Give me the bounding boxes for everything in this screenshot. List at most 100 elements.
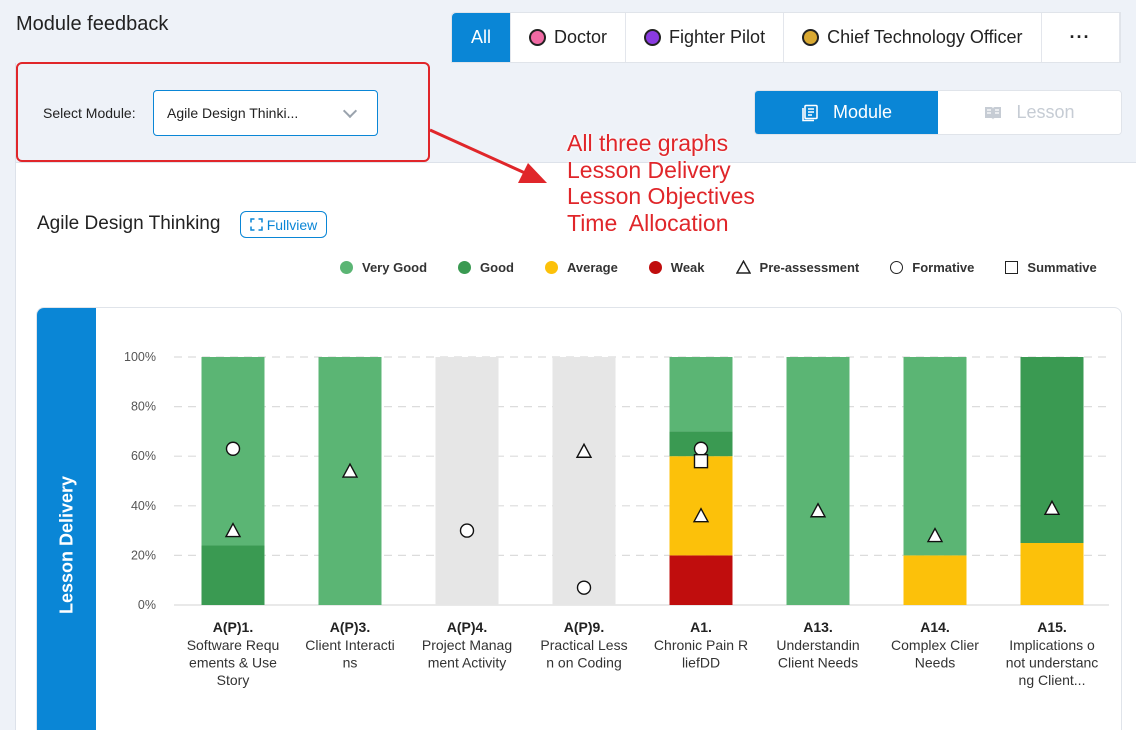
legend-pre-assessment: Pre-assessment	[735, 258, 860, 276]
y-tick-label: 100%	[124, 350, 156, 364]
bar-no-data	[435, 357, 499, 605]
x-tick-label: Story	[217, 672, 250, 688]
chart-legend: Very Good Good Average Weak Pre-assessme…	[340, 258, 1097, 276]
lesson-view-button[interactable]: Lesson	[938, 91, 1121, 134]
x-tick-code: A(P)1.	[213, 619, 253, 635]
x-tick-code: A(P)9.	[564, 619, 604, 635]
x-tick-code: A13.	[803, 619, 833, 635]
triangle-icon	[735, 260, 751, 274]
legend-formative-label: Formative	[912, 259, 975, 275]
chart-title: Agile Design Thinking	[37, 213, 221, 234]
y-tick-label: 40%	[131, 499, 156, 513]
legend-average: Average	[544, 258, 618, 276]
tab-cto-label: Chief Technology Officer	[827, 27, 1023, 47]
legend-very-good-label: Very Good	[362, 259, 428, 275]
formative-marker	[576, 580, 592, 595]
tab-doctor[interactable]: Doctor	[511, 13, 627, 62]
module-icon	[802, 104, 818, 121]
lesson-delivery-chart: 0% 20% 40% 60% 80% 100% A(P)1. Software Requ eme…	[124, 350, 1109, 688]
average-swatch-icon	[544, 260, 558, 274]
bar-segment-weak	[669, 555, 733, 605]
x-tick-label: n on Coding	[546, 655, 622, 671]
bar-segment-good	[201, 545, 265, 605]
cto-color-dot-icon	[802, 29, 820, 46]
annotation-line-3: Lesson Objectives	[567, 183, 755, 209]
more-tabs-button[interactable]: ···	[1042, 13, 1120, 62]
tab-fighter-pilot-label: Fighter Pilot	[669, 27, 766, 47]
bar-segment-good	[1020, 357, 1084, 543]
open-book-icon	[985, 106, 1002, 120]
tab-all[interactable]: All	[452, 13, 512, 62]
legend-formative: Formative	[890, 258, 974, 276]
module-view-button[interactable]: Module	[755, 91, 938, 134]
x-tick-label: Software Requ	[187, 637, 280, 653]
bar-segment-average	[669, 456, 733, 556]
x-tick-label: liefDD	[682, 655, 720, 671]
x-tick-label: Client Interacti	[305, 637, 394, 653]
x-tick-label: Complex Clier	[891, 637, 979, 653]
summative-marker	[693, 453, 709, 469]
formative-marker	[459, 523, 475, 538]
more-icon: ···	[1069, 27, 1091, 47]
x-tick-label: Needs	[915, 655, 955, 671]
legend-pre-assessment-label: Pre-assessment	[759, 259, 860, 275]
legend-good-label: Good	[480, 259, 514, 275]
annotation-highlight-box	[16, 62, 430, 162]
legend-weak-label: Weak	[670, 259, 705, 275]
bar-segment-very-good	[669, 357, 733, 432]
bar-segment-average	[903, 555, 967, 605]
x-tick-code: A(P)4.	[447, 619, 487, 635]
x-tick-code: A1.	[690, 619, 712, 635]
square-icon	[1005, 260, 1019, 274]
x-tick-label: not understanc	[1006, 655, 1099, 671]
very-good-swatch-icon	[340, 260, 353, 274]
bar-no-data	[552, 357, 616, 605]
fullview-label: Fullview	[266, 216, 318, 233]
formative-marker	[693, 441, 709, 456]
x-tick-label: ements & Use	[189, 655, 277, 671]
x-tick-label: Client Needs	[778, 655, 858, 671]
circle-icon	[890, 260, 904, 274]
view-toggle: Module Lesson	[754, 90, 1122, 135]
legend-good: Good	[458, 258, 514, 276]
annotation-line-2: Lesson Delivery	[567, 156, 731, 183]
fullview-button[interactable]: Fullview	[240, 211, 327, 238]
x-tick-label: Project Manag	[422, 637, 512, 653]
annotation-arrow	[429, 128, 547, 183]
good-swatch-icon	[458, 260, 472, 274]
tab-chief-technology-officer[interactable]: Chief Technology Officer	[784, 13, 1042, 62]
bar-segment-very-good	[318, 357, 382, 605]
expand-icon	[249, 218, 263, 231]
y-tick-label: 80%	[131, 400, 156, 414]
y-tick-label: 60%	[131, 449, 156, 463]
tab-fighter-pilot[interactable]: Fighter Pilot	[626, 13, 785, 62]
tab-doctor-label: Doctor	[554, 27, 608, 47]
x-tick-label: ng Client...	[1019, 672, 1086, 688]
lesson-delivery-chart-card: Lesson Delivery 0% 20% 40% 60% 80% 100% A(P)1.…	[36, 307, 1122, 730]
weak-swatch-icon	[648, 260, 662, 274]
formative-marker	[225, 441, 241, 456]
legend-summative: Summative	[1005, 258, 1097, 276]
bar-segment-average	[1020, 543, 1084, 605]
annotation-line-4: Time Allocation	[567, 209, 729, 236]
legend-average-label: Average	[566, 259, 618, 275]
lesson-view-label: Lesson	[1016, 102, 1075, 122]
x-tick-label: Practical Less	[540, 637, 627, 653]
x-tick-code: A15.	[1037, 619, 1067, 635]
fighter-pilot-color-dot-icon	[644, 29, 662, 46]
y-tick-label: 20%	[131, 548, 156, 562]
bar-segment-very-good	[786, 357, 850, 605]
legend-weak: Weak	[648, 258, 705, 276]
x-tick-label: ment Activity	[428, 655, 507, 671]
role-tabs: All Doctor Fighter Pilot Chief Technolog…	[451, 12, 1121, 63]
page-title: Module feedback	[16, 13, 169, 35]
legend-very-good: Very Good	[340, 258, 427, 276]
tab-all-label: All	[471, 27, 492, 47]
annotation-text: All three graphs Lesson Delivery Lesson …	[567, 130, 755, 236]
bar-segment-very-good	[903, 357, 967, 556]
x-tick-code: A(P)3.	[330, 619, 370, 635]
x-tick-label: ns	[343, 655, 358, 671]
x-tick-code: A14.	[920, 619, 950, 635]
module-view-label: Module	[832, 102, 893, 122]
y-tick-label: 0%	[138, 598, 156, 612]
